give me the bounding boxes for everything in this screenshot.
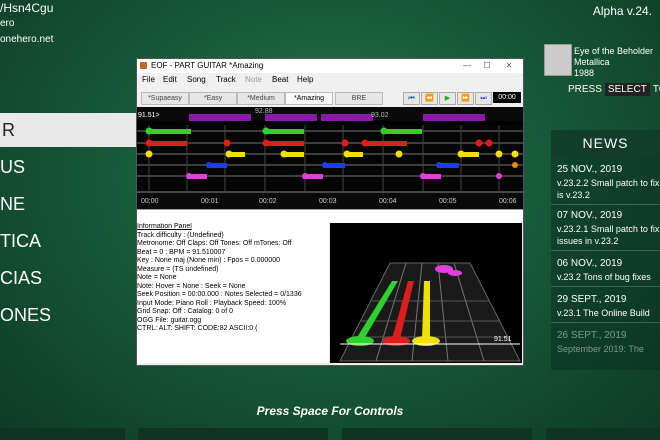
info-line: Note: Hover = None : Seek = None: [137, 282, 246, 290]
close-button[interactable]: ✕: [501, 59, 517, 73]
time-label: 00:04: [379, 198, 397, 205]
url-text-2: ero: [0, 18, 15, 29]
seek-scrollbar[interactable]: [137, 209, 523, 223]
version-label: Alpha v.24.: [592, 4, 652, 18]
highway-preview: 91.51: [339, 262, 521, 362]
measure-label: 93.02: [371, 112, 389, 119]
tab-bre[interactable]: BRE: [335, 92, 383, 105]
main-menu-item-5[interactable]: CIAS: [0, 261, 136, 295]
info-line: Note = None: [137, 274, 177, 281]
info-line: Input Mode: Piano Roll : Playback Speed:…: [137, 299, 287, 307]
menu-help[interactable]: Help: [297, 74, 313, 86]
news-panel: NEWS 25 NOV., 2019 v.23.2.2 Small patch …: [551, 130, 660, 370]
bottom-tab[interactable]: [546, 428, 660, 440]
position-label: 91.51>: [138, 112, 160, 119]
press-select-hint: PRESSSELECTTO: [568, 83, 660, 96]
news-item[interactable]: 25 NOV., 2019 v.23.2.2 Small patch to fi…: [551, 160, 660, 205]
main-menu-item-3[interactable]: NE: [0, 187, 136, 221]
album-art: [544, 44, 572, 76]
bottom-tab[interactable]: [342, 428, 532, 440]
select-key: SELECT: [604, 83, 650, 96]
measure-label: 92.88: [255, 108, 273, 115]
info-panel-heading: Information Panel: [137, 223, 192, 230]
title-bar: EOF - PART GUITAR *Amazing — ☐ ✕: [137, 59, 523, 73]
main-menu-item-1[interactable]: R: [0, 113, 136, 147]
tab-supaeasy[interactable]: *Supaeasy: [141, 92, 189, 105]
rewind-icon[interactable]: ⏪: [421, 92, 438, 105]
main-menu-item-4[interactable]: TICA: [0, 224, 136, 258]
note-editor-canvas: 91.51> 92.88 93.02 00:00 00:01 00:02 00:…: [137, 107, 523, 209]
time-label: 00:05: [439, 198, 457, 205]
skip-end-icon[interactable]: ⏭: [475, 92, 492, 105]
menu-song[interactable]: Song: [187, 74, 206, 86]
menu-beat[interactable]: Beat: [272, 74, 288, 86]
information-panel: Information Panel Track difficulty : (Un…: [137, 223, 329, 363]
info-line: Measure = (TS undefined): [137, 265, 219, 273]
section-marker: [423, 114, 485, 121]
info-line: CTRL: ALT: SHIFT: CODE:82 ASCII:0 (: [137, 325, 258, 332]
window-title: EOF - PART GUITAR *Amazing: [151, 61, 264, 70]
news-item[interactable]: 07 NOV., 2019 v.23.2.1 Small patch to fi…: [551, 206, 660, 251]
news-heading: NEWS: [551, 130, 660, 156]
news-item[interactable]: 29 SEPT., 2019 v.23.1 The Online Build: [551, 290, 660, 323]
song-year: 1988: [574, 68, 595, 78]
eof-window: EOF - PART GUITAR *Amazing — ☐ ✕ File Ed…: [136, 58, 524, 366]
info-line: Grid Snap: Off : Catalog: 0 of 0: [137, 308, 233, 315]
time-label: 00:01: [201, 198, 219, 205]
section-marker: [189, 114, 251, 121]
preview-position-label: 91.51: [494, 336, 512, 343]
info-line: Seek Position = 00:00.000 : Notes Select…: [137, 291, 302, 298]
section-marker: [265, 114, 317, 121]
song-artist: Metallica: [574, 57, 610, 67]
url-text: /Hsn4Cgu: [0, 1, 54, 15]
app-icon: [140, 62, 147, 69]
info-line: Metronome: Off Claps: Off Tones: Off mTo…: [137, 240, 292, 247]
play-icon[interactable]: ▶: [439, 92, 456, 105]
info-line: Key : None maj (None min) : Fpos = 0.000…: [137, 257, 280, 264]
time-label: 00:00: [141, 198, 159, 205]
info-line: Beat = 0 : BPM = 91.510007: [137, 248, 226, 256]
fast-forward-icon[interactable]: ⏩: [457, 92, 474, 105]
bottom-tab[interactable]: [0, 428, 125, 440]
time-label: 00:02: [259, 198, 277, 205]
menu-note[interactable]: Note: [245, 74, 262, 86]
minimize-button[interactable]: —: [459, 59, 475, 73]
menu-track[interactable]: Track: [216, 74, 236, 86]
info-line: OGG File: guitar.ogg: [137, 316, 202, 324]
background-header-text: /Hsn4Cgu ero onehero.net: [0, 0, 53, 48]
news-item[interactable]: 26 SEPT., 2019 September 2019: The [Not: [551, 326, 660, 358]
rewind-start-icon[interactable]: ⏮: [403, 92, 420, 105]
news-item[interactable]: 06 NOV., 2019 v.23.2 Tons of bug fixes: [551, 254, 660, 287]
time-label: 00:03: [319, 198, 337, 205]
bottom-tab[interactable]: [138, 428, 328, 440]
song-title: Eye of the Beholder: [574, 46, 654, 56]
main-menu-item-6[interactable]: ONES: [0, 298, 136, 332]
info-line: Track difficulty : (Undefined): [137, 231, 224, 239]
controls-hint: Press Space For Controls: [256, 404, 404, 418]
time-label: 00:06: [499, 198, 517, 205]
menu-bar: File Edit Song Track Note Beat Help: [137, 74, 523, 86]
url-text-3: onehero.net: [0, 34, 54, 45]
3d-preview: 91.51: [330, 223, 522, 363]
tab-easy[interactable]: *Easy: [189, 92, 237, 105]
maximize-button[interactable]: ☐: [479, 59, 495, 73]
timecode-display: 00:00: [493, 92, 521, 103]
tab-amazing[interactable]: *Amazing: [285, 92, 333, 105]
menu-edit[interactable]: Edit: [163, 74, 177, 86]
main-menu-item-2[interactable]: US: [0, 150, 136, 184]
tab-medium[interactable]: *Medium: [237, 92, 285, 105]
note-editor[interactable]: 91.51> 92.88 93.02 00:00 00:01 00:02 00:…: [137, 107, 523, 209]
difficulty-bar: *Supaeasy *Easy *Medium *Amazing BRE ⏮ ⏪…: [137, 89, 523, 105]
section-marker: [321, 114, 373, 121]
menu-file[interactable]: File: [142, 74, 155, 86]
